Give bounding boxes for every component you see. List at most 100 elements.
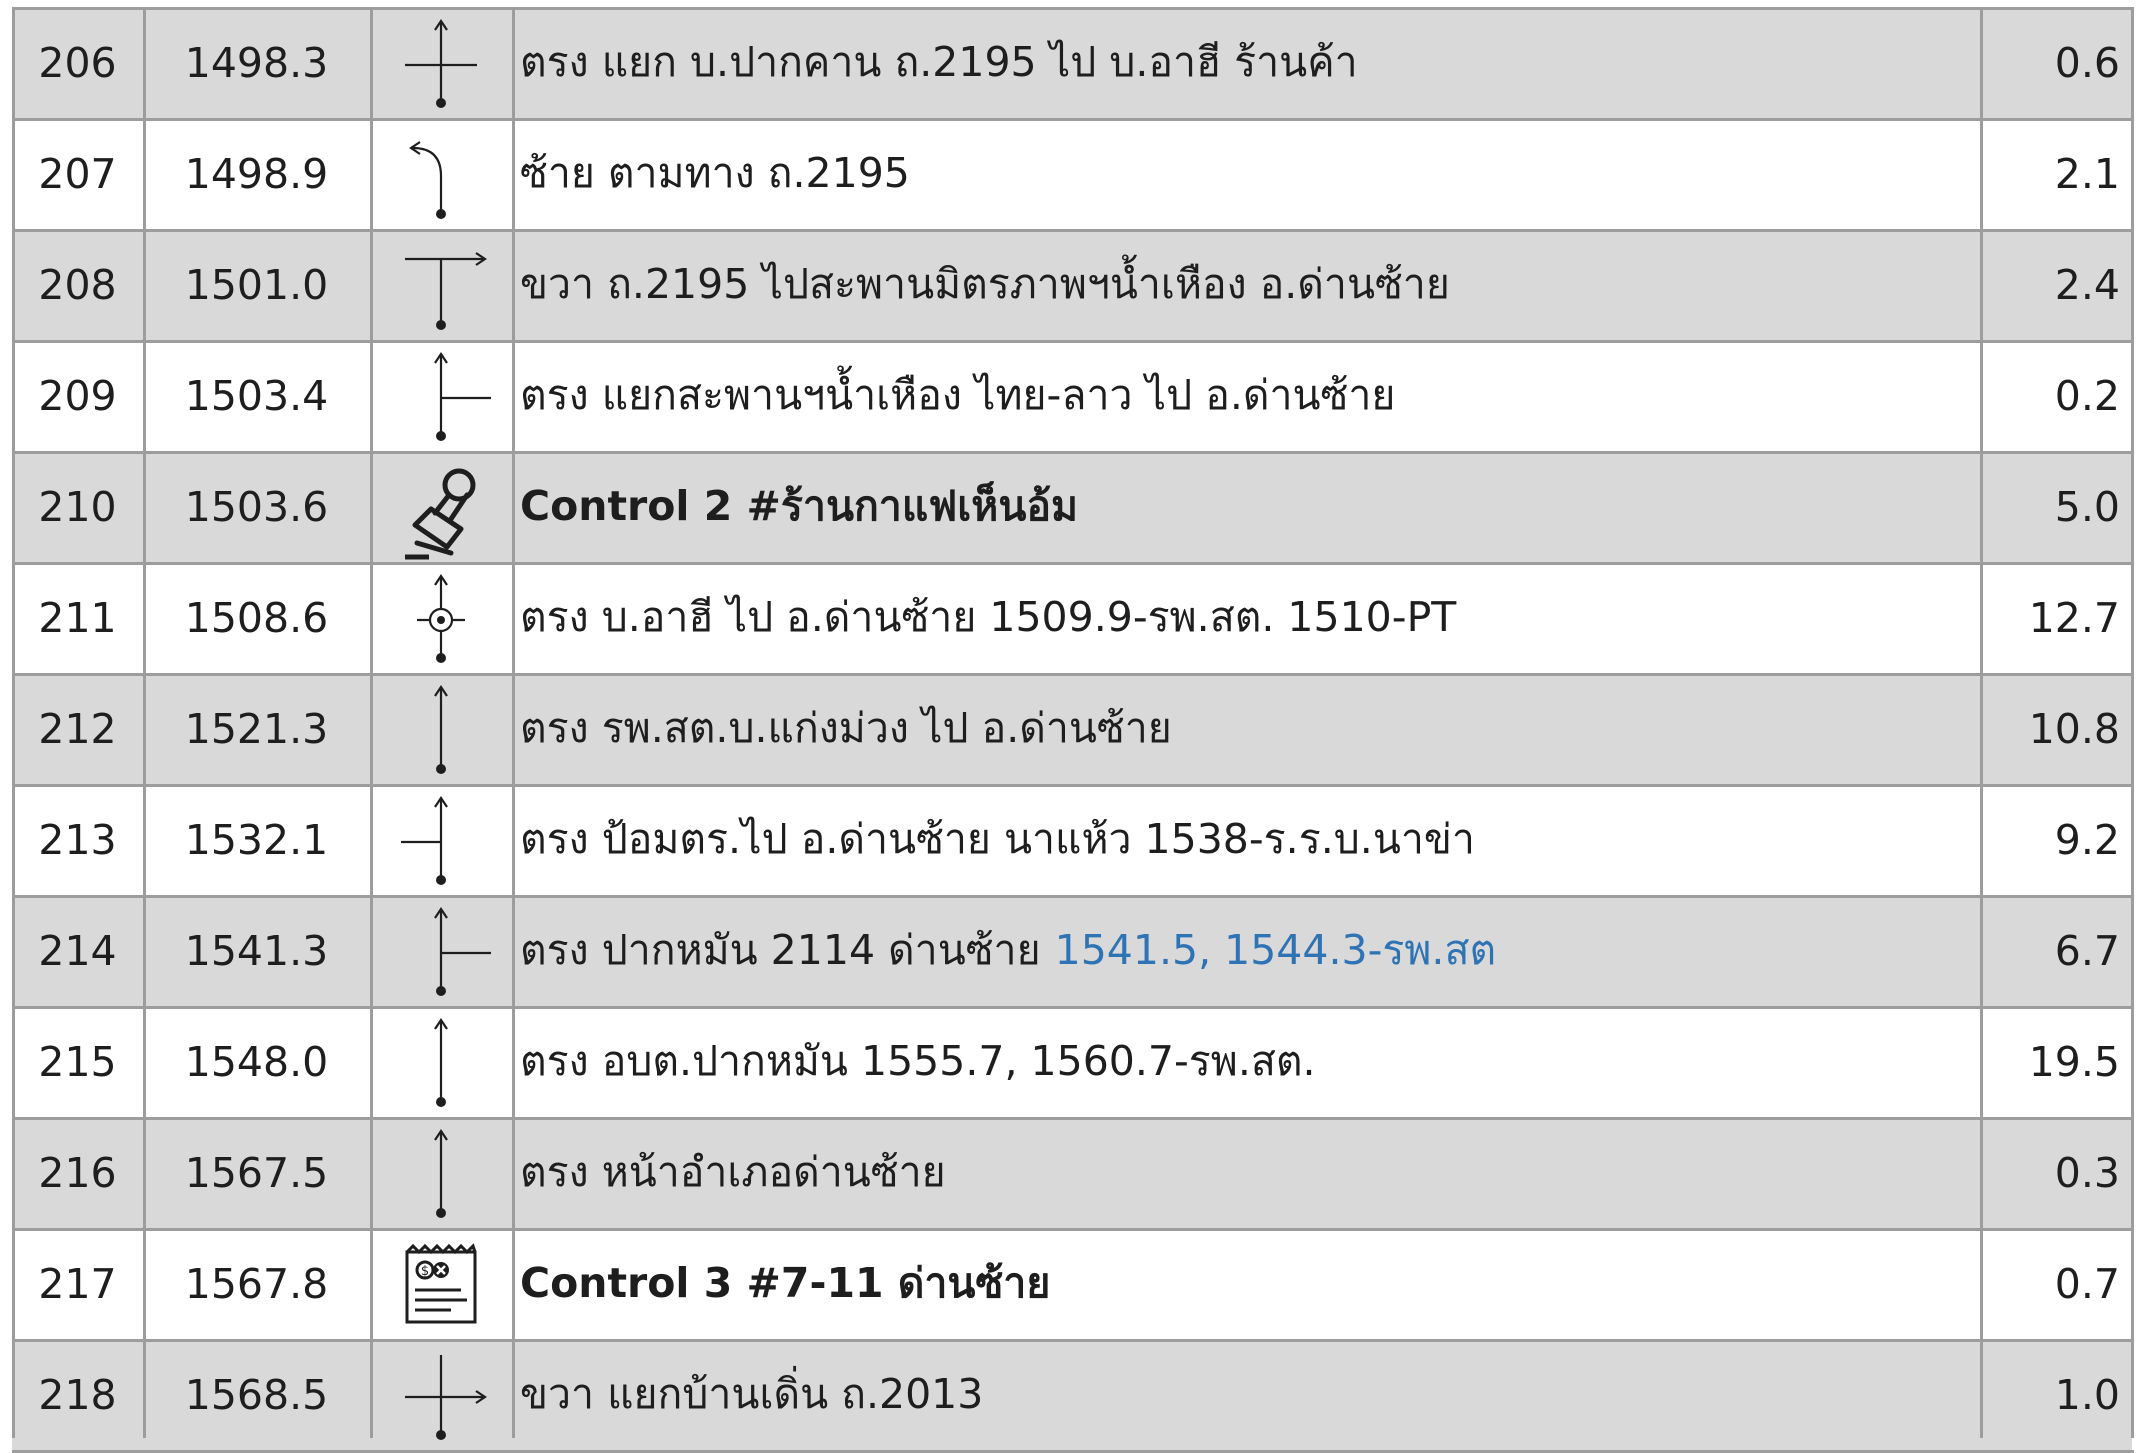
table-row: 216 1567.5 ตรง หน้าอำเภอด่านซ้าย 0.3 [12,1117,2132,1228]
direction-icon-cell [370,562,512,673]
direction-icon-cell [370,229,512,340]
description-text: Control 2 #ร้านกาแฟเห็นอ้ม [520,482,1079,530]
segment-distance: 19.5 [2028,1037,2120,1086]
direction-description: ตรง ป้อมตร.ไป อ.ด่านซ้าย นาแห้ว 1538-ร.ร… [520,784,1980,895]
description-text: ซ้าย ตามทาง ถ.2195 [520,149,910,197]
table-row: 215 1548.0 ตรง อบต.ปากหมัน 1555.7, 1560.7-… [12,1006,2132,1117]
description-text: ตรง แยก บ.ปากคาน ถ.2195 ไป บ.อาฮี ร้านค้… [520,38,1358,86]
description-text: Control 3 #7-11 ด่านซ้าย [520,1259,1051,1307]
step-number: 214 [38,926,117,975]
km-marker: 1548.0 [184,1037,329,1086]
km-marker: 1567.8 [184,1259,329,1308]
segment-distance: 5.0 [2054,482,2120,531]
direction-icon-cell [370,1006,512,1117]
direction-icon-cell [370,7,512,118]
table-row: 211 1508.6 ตรง บ.อาฮี ไป อ.ด่านซ้าย 1509.9… [12,562,2132,673]
direction-description: ตรง อบต.ปากหมัน 1555.7, 1560.7-รพ.สต. [520,1006,1980,1117]
segment-distance: 0.3 [2054,1148,2120,1197]
row-divider [12,673,2134,676]
table-row: 206 1498.3 ตรง แยก บ.ปากคาน ถ.2195 ไป บ.อา… [12,7,2132,118]
highlighted-waypoints: 1541.5, 1544.3-รพ.สต [1054,926,1497,974]
segment-distance: 0.7 [2054,1259,2120,1308]
description-text: ตรง หน้าอำเภอด่านซ้าย [520,1148,946,1196]
column-divider [143,7,146,1438]
step-number: 218 [38,1370,117,1419]
row-divider [12,451,2134,454]
description-text: ขวา ถ.2195 ไปสะพานมิตรภาพฯน้ำเหือง อ.ด่า… [520,260,1450,308]
row-divider [12,7,2134,10]
row-divider [12,784,2134,787]
direction-description: ขวา ถ.2195 ไปสะพานมิตรภาพฯน้ำเหือง อ.ด่า… [520,229,1980,340]
segment-distance: 2.4 [2054,260,2120,309]
row-divider [12,1339,2134,1342]
column-divider [512,7,515,1438]
row-divider [12,118,2134,121]
step-number: 211 [38,593,117,642]
km-marker: 1541.3 [184,926,329,975]
column-divider [370,7,373,1438]
description-text: ตรง ปากหมัน 2114 ด่านซ้าย [520,926,1041,974]
straight-junction-left-icon [391,786,491,894]
step-number: 212 [38,704,117,753]
row-divider [12,562,2134,565]
table-row: 213 1532.1 ตรง ป้อมตร.ไป อ.ด่านซ้าย นาแห้ว… [12,784,2132,895]
table-row: 214 1541.3 ตรง ปากหมัน 2114 ด่านซ้าย 1541.5… [12,895,2132,1006]
km-marker: 1532.1 [184,815,329,864]
km-marker: 1508.6 [184,593,329,642]
step-number: 206 [38,38,117,87]
direction-icon-cell [370,451,512,562]
row-divider [12,340,2134,343]
straight-junction-right-icon [391,342,491,450]
description-text: ตรง ป้อมตร.ไป อ.ด่านซ้าย นาแห้ว 1538-ร.ร… [520,815,1475,863]
step-number: 216 [38,1148,117,1197]
table-row: 209 1503.4 ตรง แยกสะพานฯน้ำเหือง ไทย-ลาว ไ… [12,340,2132,451]
km-marker: 1568.5 [184,1370,329,1419]
crossroad-straight-icon [391,9,491,117]
description-text: ตรง อบต.ปากหมัน 1555.7, 1560.7-รพ.สต. [520,1037,1316,1085]
direction-description: ตรง แยก บ.ปากคาน ถ.2195 ไป บ.อาฮี ร้านค้… [520,7,1980,118]
step-number: 209 [38,371,117,420]
direction-icon-cell [370,1117,512,1228]
description-text: ตรง บ.อาฮี ไป อ.ด่านซ้าย 1509.9-รพ.สต. 1… [520,593,1457,641]
straight-arrow-icon [391,1008,491,1116]
step-number: 215 [38,1037,117,1086]
description-text: ตรง รพ.สต.บ.แก่งม่วง ไป อ.ด่านซ้าย [520,704,1172,752]
direction-description: ตรง บ.อาฮี ไป อ.ด่านซ้าย 1509.9-รพ.สต. 1… [520,562,1980,673]
row-divider [12,895,2134,898]
segment-distance: 9.2 [2054,815,2120,864]
segment-distance: 10.8 [2028,704,2120,753]
description-text: ขวา แยกบ้านเดิ่น ถ.2013 [520,1370,984,1418]
direction-description: ตรง ปากหมัน 2114 ด่านซ้าย 1541.5, 1544.3-… [520,895,1980,1006]
step-number: 213 [38,815,117,864]
direction-icon-cell [370,895,512,1006]
row-divider [12,1228,2134,1231]
straight-arrow-icon [391,675,491,783]
stamp-icon [391,453,491,561]
step-number: 208 [38,260,117,309]
km-marker: 1498.9 [184,149,329,198]
table-row: 212 1521.3 ตรง รพ.สต.บ.แก่งม่วง ไป อ.ด่านซ… [12,673,2132,784]
table-row: 210 1503.6 Control 2 #ร้านกาแฟเห็นอ้ม 5.0 [12,451,2132,562]
km-marker: 1503.6 [184,482,329,531]
table-row: 217 1567.8 $ Control 3 #7-11 ด่านซ้าย 0.7 [12,1228,2132,1339]
table-row: 208 1501.0 ขวา ถ.2195 ไปสะพานมิตรภาพฯน้ำเห… [12,229,2132,340]
direction-icon-cell [370,340,512,451]
crossroad-right-icon [391,1341,491,1449]
svg-text:$: $ [421,1264,429,1279]
km-marker: 1501.0 [184,260,329,309]
straight-arrow-icon [391,1119,491,1227]
table-row: 207 1498.9 ซ้าย ตามทาง ถ.2195 2.1 [12,118,2132,229]
direction-description: Control 2 #ร้านกาแฟเห็นอ้ม [520,451,1980,562]
segment-distance: 6.7 [2054,926,2120,975]
column-divider [2131,7,2134,1438]
direction-icon-cell [370,673,512,784]
t-junction-right-icon [391,231,491,339]
segment-distance: 12.7 [2028,593,2120,642]
direction-description: ตรง รพ.สต.บ.แก่งม่วง ไป อ.ด่านซ้าย [520,673,1980,784]
direction-icon-cell: $ [370,1228,512,1339]
column-divider [12,7,15,1438]
step-number: 210 [38,482,117,531]
direction-description: ขวา แยกบ้านเดิ่น ถ.2013 [520,1339,1980,1450]
direction-description: ซ้าย ตามทาง ถ.2195 [520,118,1980,229]
table-row: 218 1568.5 ขวา แยกบ้านเดิ่น ถ.2013 1.0 [12,1339,2132,1450]
